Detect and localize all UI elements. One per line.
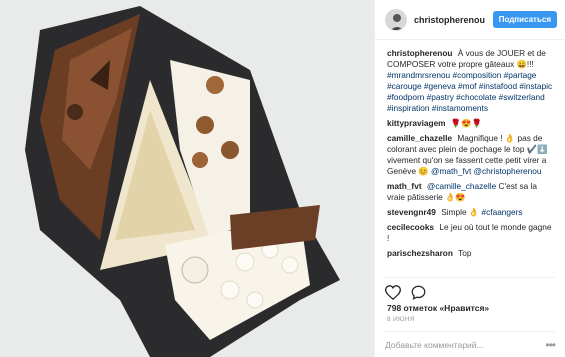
comment-input[interactable]: Добавьте комментарий... [385,340,545,350]
comment-item: cecilecooks Le jeu où tout le monde gagn… [387,222,555,244]
comment-mention[interactable]: @camille_chazelle [427,181,496,191]
header-username[interactable]: christopherenou [414,15,493,25]
likes-count[interactable]: 798 отметок «Нравится» [375,303,565,313]
comment-icon[interactable] [411,285,426,302]
comment-username[interactable]: stevengnr49 [387,207,436,217]
comment-item: stevengnr49 Simple 👌 #cfaangers [387,207,555,218]
post-date: 8 ИЮНЯ [387,316,415,323]
comment-username[interactable]: camille_chazelle [387,133,452,143]
caption-username[interactable]: christopherenou [387,48,452,58]
avatar[interactable] [385,8,407,31]
comment-item: parischezsharon Top [387,248,555,259]
comment-text: Top [458,248,472,258]
caption-emoji: 😀!!! [516,59,534,69]
comment-username[interactable]: kittypraviagem [387,118,446,128]
comments-list: christopherenou À vous de JOUER et de CO… [375,40,565,277]
heart-icon[interactable] [384,285,402,302]
comment-text: Simple 👌 [441,207,480,217]
comment-username[interactable]: parischezsharon [387,248,453,258]
comment-item: math_fvt @camille_chazelle C'est sa la v… [387,181,555,203]
caption: christopherenou À vous de JOUER et de CO… [387,48,555,114]
more-icon[interactable]: ••• [545,338,556,352]
comment-item: kittypraviagem 🌹😍🌹 [387,118,555,129]
follow-button[interactable]: Подписаться [492,11,557,28]
cake-photo-illustration [0,0,374,357]
comment-username[interactable]: cecilecooks [387,222,434,232]
action-bar [384,277,555,303]
post-header: christopherenou Подписаться [375,0,565,40]
add-comment-row: Добавьте комментарий... ••• [385,331,556,357]
post-sidebar: christopherenou Подписаться christophere… [374,0,565,357]
comment-username[interactable]: math_fvt [387,181,422,191]
comment-mentions[interactable]: @math_fvt @christopherenou [431,166,541,176]
comment-tag[interactable]: #cfaangers [482,207,523,217]
comment-text: 🌹😍🌹 [450,118,482,128]
caption-tags[interactable]: #mrandmrsrenou #composition #partage #ca… [387,70,552,113]
post-view: christopherenou Подписаться christophere… [0,0,565,357]
post-photo[interactable] [0,0,374,357]
comment-item: camille_chazelle Magnifique ! 👌 pas de c… [387,133,555,177]
